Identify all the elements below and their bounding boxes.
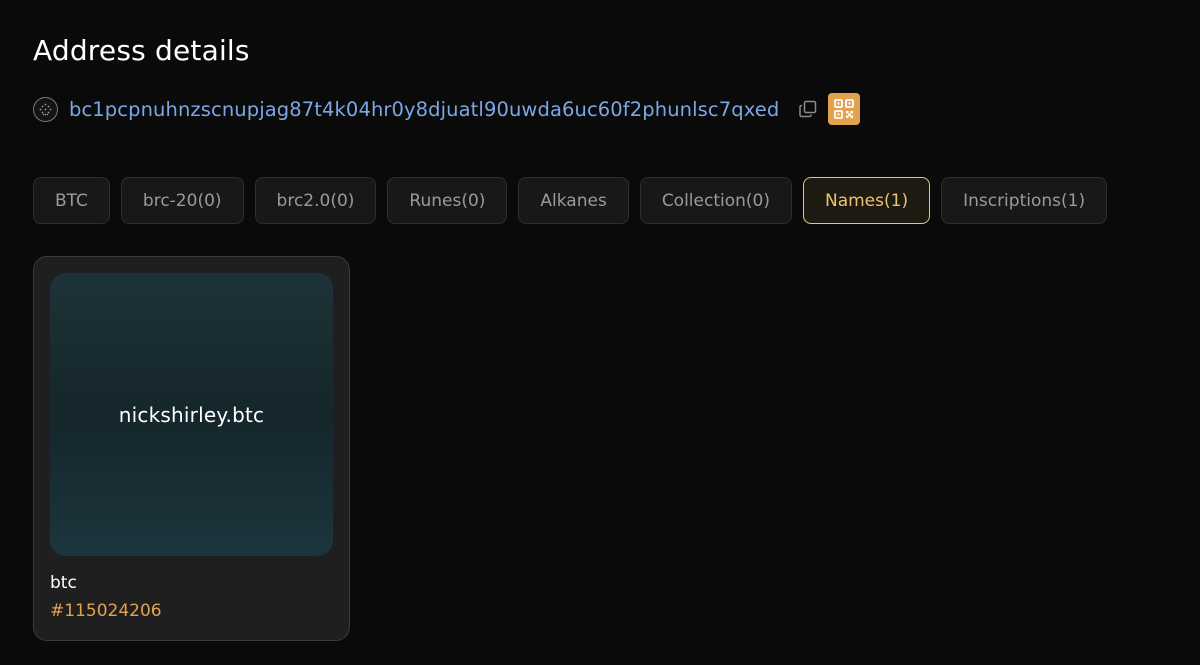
name-type-label: btc bbox=[50, 573, 77, 593]
tab-runes[interactable]: Runes(0) bbox=[387, 177, 508, 224]
qr-code-button[interactable] bbox=[828, 93, 861, 125]
tab-btc[interactable]: BTC bbox=[33, 177, 110, 224]
address-row: bc1pcpnuhnzscnupjag87t4k04hr0y8djuatl90u… bbox=[33, 93, 861, 125]
inscription-number[interactable]: #115024206 bbox=[50, 601, 162, 621]
dot-pattern-avatar-icon bbox=[33, 96, 58, 122]
asset-tabs: BTC brc-20(0) brc2.0(0) Runes(0) Alkanes… bbox=[33, 177, 1118, 224]
name-preview-text: nickshirley.btc bbox=[118, 402, 265, 427]
tab-brc-20[interactable]: brc-20(0) bbox=[120, 177, 244, 224]
name-card[interactable]: nickshirley.btc btc #115024206 bbox=[33, 256, 350, 641]
tab-inscriptions[interactable]: Inscriptions(1) bbox=[941, 177, 1108, 224]
tab-names[interactable]: Names(1) bbox=[802, 177, 931, 224]
name-preview: nickshirley.btc bbox=[50, 273, 333, 556]
qr-code-icon bbox=[834, 99, 855, 119]
tab-brc2-0[interactable]: brc2.0(0) bbox=[254, 177, 377, 224]
tab-collection[interactable]: Collection(0) bbox=[639, 177, 792, 224]
address-link[interactable]: bc1pcpnuhnzscnupjag87t4k04hr0y8djuatl90u… bbox=[69, 98, 779, 121]
page-title: Address details bbox=[33, 34, 250, 67]
address-details-page: Address details bc1pcpnuhnzscnupjag87t4k… bbox=[0, 0, 1200, 665]
tab-alkanes[interactable]: Alkanes bbox=[518, 177, 629, 224]
copy-icon[interactable] bbox=[797, 98, 819, 120]
